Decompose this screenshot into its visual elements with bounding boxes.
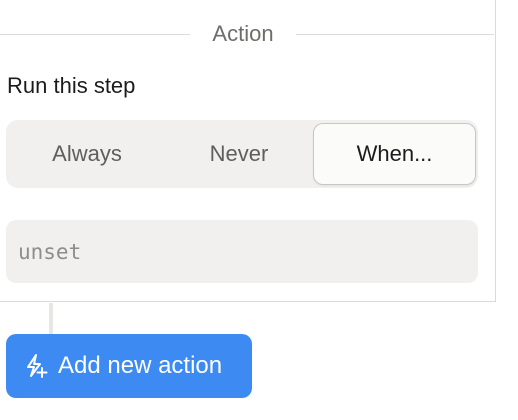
action-panel: Action Run this step Always Never When..… — [0, 0, 496, 302]
section-title: Action — [212, 21, 274, 46]
add-new-action-button[interactable]: Add new action — [6, 334, 252, 398]
add-new-action-label: Add new action — [58, 352, 223, 379]
run-never-option[interactable]: Never — [162, 123, 316, 185]
run-step-segmented-control: Always Never When... — [6, 120, 478, 188]
divider-line-left — [0, 34, 190, 35]
section-divider: Action — [0, 20, 494, 48]
divider-line-right — [296, 34, 494, 35]
run-step-label: Run this step — [7, 73, 136, 98]
lightning-plus-icon — [24, 353, 50, 379]
run-when-option[interactable]: When... — [313, 123, 476, 185]
run-always-option[interactable]: Always — [6, 123, 168, 185]
condition-input[interactable] — [6, 220, 478, 283]
